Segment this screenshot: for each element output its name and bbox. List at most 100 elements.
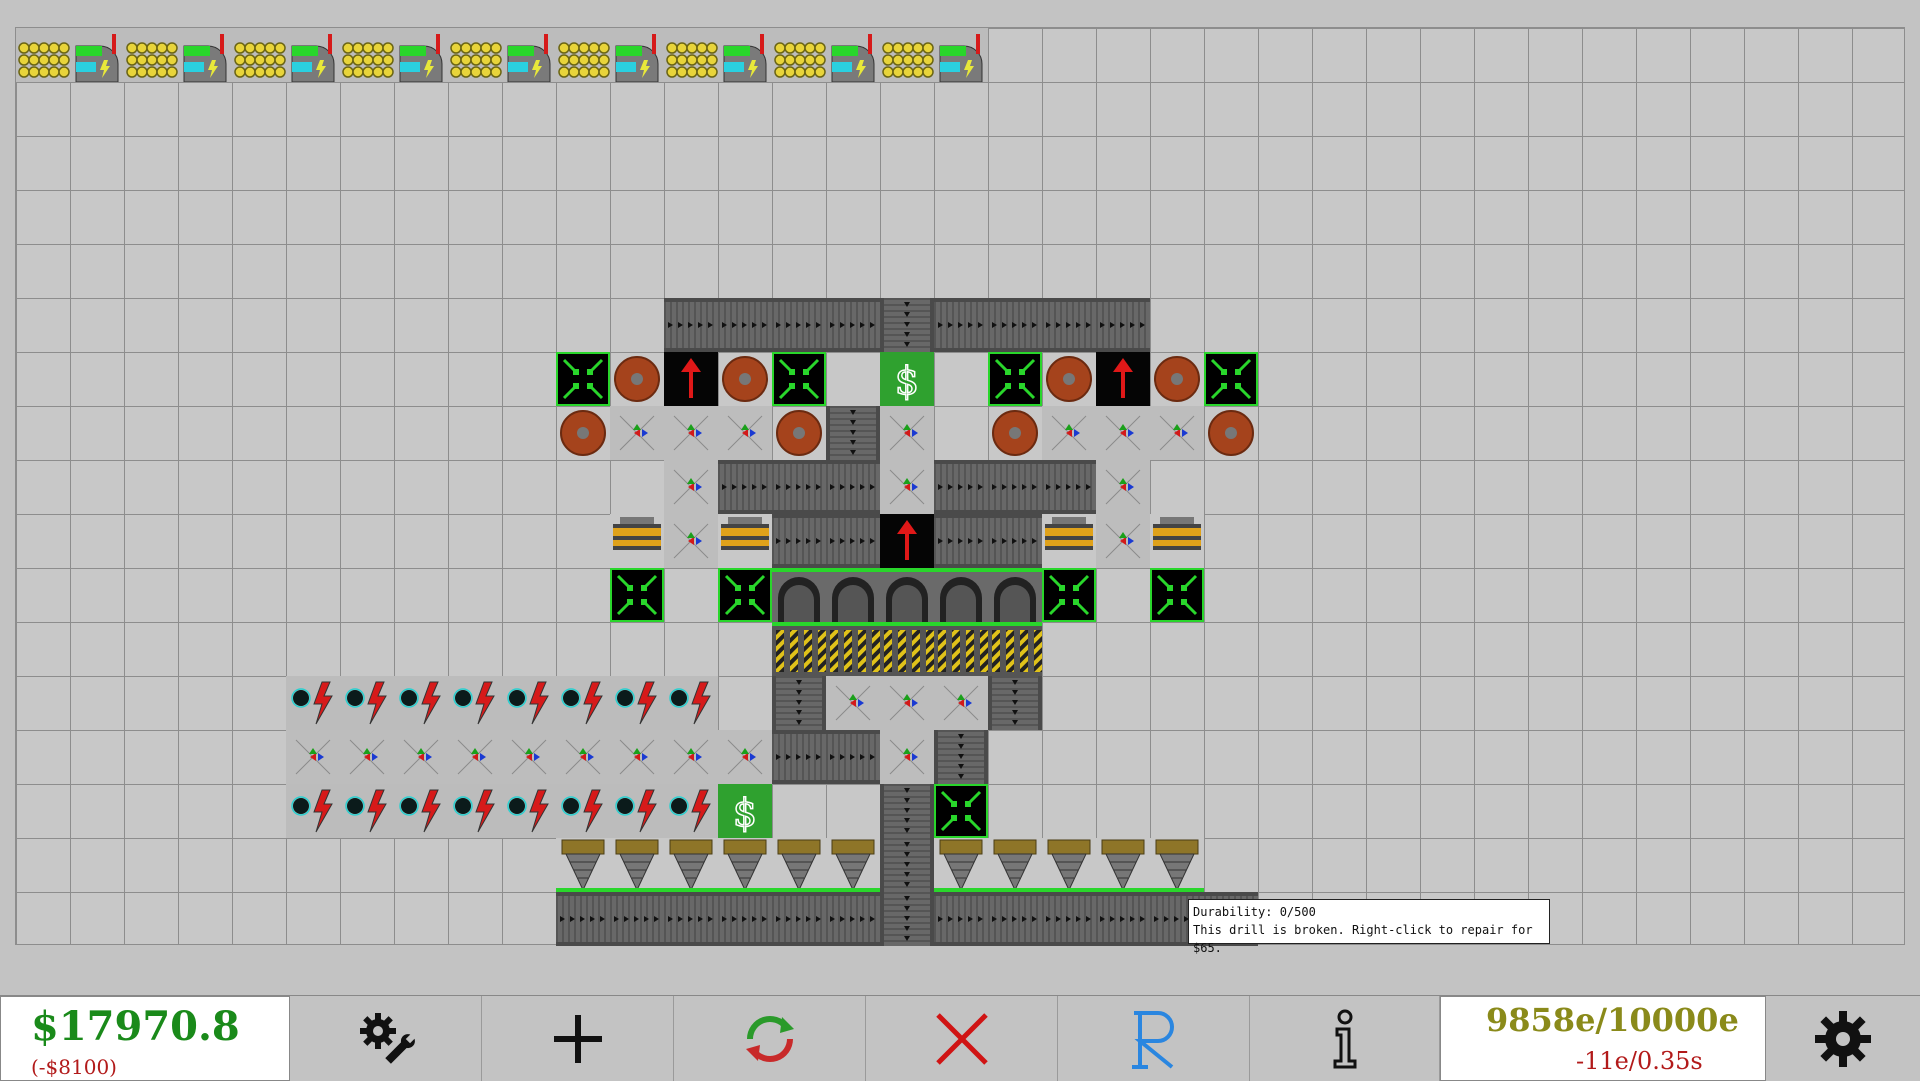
tile-power[interactable] [394, 28, 448, 82]
settings-button[interactable] [1766, 996, 1920, 1081]
tile-coalbolt[interactable] [286, 676, 340, 730]
tile-belt-v[interactable] [934, 730, 988, 784]
tile-coinpile[interactable] [232, 28, 286, 82]
tile-splitter[interactable] [880, 460, 934, 514]
tile-belt-h[interactable] [826, 514, 880, 568]
tile-belt-h[interactable] [718, 460, 772, 514]
tile-splitter[interactable] [826, 676, 880, 730]
tile-splitter[interactable] [610, 406, 664, 460]
rotate-tool-button[interactable] [674, 996, 866, 1081]
tile-belt-v[interactable] [772, 676, 826, 730]
tile-coinpile[interactable] [340, 28, 394, 82]
tile-belt-h[interactable] [988, 892, 1042, 946]
tile-coalbolt[interactable] [394, 784, 448, 838]
tile-power[interactable] [70, 28, 124, 82]
tile-press[interactable] [1150, 568, 1204, 622]
tile-coinpile[interactable] [124, 28, 178, 82]
tile-splitter[interactable] [880, 676, 934, 730]
tile-belt-h[interactable] [988, 298, 1042, 352]
tile-splitter[interactable] [1096, 460, 1150, 514]
tile-saw[interactable] [1150, 352, 1204, 406]
tile-belt-h[interactable] [988, 460, 1042, 514]
tile-belt-h[interactable] [826, 892, 880, 946]
tile-coalbolt[interactable] [502, 676, 556, 730]
tile-press[interactable] [772, 352, 826, 406]
tile-belt-h[interactable] [1042, 298, 1096, 352]
tile-crusher[interactable] [610, 514, 664, 568]
tile-drill[interactable] [1096, 838, 1150, 892]
info-tool-button[interactable] [1250, 996, 1440, 1081]
tile-crusher[interactable] [1042, 514, 1096, 568]
tile-coils[interactable] [772, 622, 826, 676]
tile-belt-v[interactable] [880, 838, 934, 892]
tile-belt-h[interactable] [826, 298, 880, 352]
tile-splitter[interactable] [556, 730, 610, 784]
tile-power[interactable] [610, 28, 664, 82]
tile-splitter[interactable] [610, 730, 664, 784]
tile-drill[interactable] [826, 838, 880, 892]
tile-coinpile[interactable] [556, 28, 610, 82]
tile-press[interactable] [988, 352, 1042, 406]
tile-belt-h[interactable] [934, 892, 988, 946]
tile-coalbolt[interactable] [340, 784, 394, 838]
tile-splitter[interactable] [1150, 406, 1204, 460]
tile-belt-h[interactable] [664, 892, 718, 946]
tile-drill[interactable] [988, 838, 1042, 892]
factory-grid[interactable]: $ $ Durability: 0/500 This drill is broke… [15, 27, 1905, 955]
tile-belt-h[interactable] [772, 460, 826, 514]
tile-coalbolt[interactable] [448, 784, 502, 838]
tile-coalbolt[interactable] [664, 784, 718, 838]
tile-belt-h[interactable] [718, 298, 772, 352]
tile-belt-h[interactable] [988, 514, 1042, 568]
tile-coalbolt[interactable] [394, 676, 448, 730]
tile-belt-h[interactable] [1042, 460, 1096, 514]
tile-splitter[interactable] [286, 730, 340, 784]
tile-belt-h[interactable] [934, 460, 988, 514]
tile-drill[interactable] [718, 838, 772, 892]
tile-belt-h[interactable] [934, 298, 988, 352]
tile-coils[interactable] [880, 622, 934, 676]
tile-seller[interactable]: $ [880, 352, 934, 406]
build-menu-button[interactable] [290, 996, 482, 1081]
tile-coils[interactable] [826, 622, 880, 676]
tile-splitter[interactable] [340, 730, 394, 784]
tile-saw[interactable] [1204, 406, 1258, 460]
repair-tool-button[interactable] [1058, 996, 1250, 1081]
tile-saw[interactable] [610, 352, 664, 406]
tile-furnace[interactable] [934, 568, 988, 622]
tile-belt-h[interactable] [772, 892, 826, 946]
tile-belt-v[interactable] [826, 406, 880, 460]
tile-splitter[interactable] [664, 406, 718, 460]
tile-belt-h[interactable] [934, 514, 988, 568]
tile-splitter[interactable] [664, 514, 718, 568]
tile-press[interactable] [556, 352, 610, 406]
tile-drill[interactable] [664, 838, 718, 892]
tile-belt-v[interactable] [880, 298, 934, 352]
tile-press[interactable] [1204, 352, 1258, 406]
tile-splitter[interactable] [880, 730, 934, 784]
tile-splitter[interactable] [1096, 514, 1150, 568]
tile-splitter[interactable] [394, 730, 448, 784]
tile-seller[interactable]: $ [718, 784, 772, 838]
tile-belt-v[interactable] [880, 892, 934, 946]
tile-coalbolt[interactable] [286, 784, 340, 838]
tile-coalbolt[interactable] [610, 784, 664, 838]
tile-saw[interactable] [556, 406, 610, 460]
tile-splitter[interactable] [448, 730, 502, 784]
tile-belt-h[interactable] [826, 460, 880, 514]
tile-upper[interactable] [1096, 352, 1150, 406]
tile-saw[interactable] [718, 352, 772, 406]
tile-drill[interactable] [1042, 838, 1096, 892]
tile-belt-h[interactable] [772, 514, 826, 568]
tile-belt-v[interactable] [988, 676, 1042, 730]
tile-furnace[interactable] [826, 568, 880, 622]
tile-power[interactable] [502, 28, 556, 82]
tile-furnace[interactable] [988, 568, 1042, 622]
tile-splitter[interactable] [1042, 406, 1096, 460]
tile-belt-h[interactable] [664, 298, 718, 352]
tile-belt-h[interactable] [1042, 892, 1096, 946]
move-tool-button[interactable] [482, 996, 674, 1081]
tile-splitter[interactable] [718, 730, 772, 784]
tile-coalbolt[interactable] [610, 676, 664, 730]
tile-press[interactable] [934, 784, 988, 838]
